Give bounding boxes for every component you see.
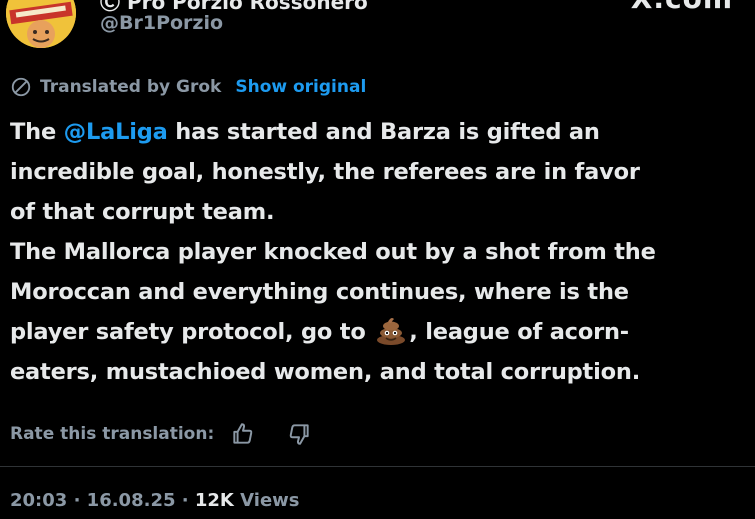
rate-translation-label: Rate this translation:	[10, 424, 215, 444]
views-count: 12K	[194, 490, 234, 511]
translated-by-label: Translated by Grok	[40, 77, 222, 97]
text-segment: player safety protocol, go to	[10, 319, 374, 345]
translate-icon	[11, 77, 31, 97]
thumbs-down-icon[interactable]	[286, 421, 312, 447]
avatar[interactable]	[6, 0, 76, 48]
meta-separator: ·	[175, 490, 195, 511]
views-label: Views	[240, 490, 300, 511]
divider	[0, 466, 755, 467]
text-segment: has started and Barza is gifted an	[167, 119, 600, 145]
tweet-line: incredible goal, honestly, the referees …	[10, 159, 640, 185]
meta-separator: ·	[67, 490, 87, 511]
tweet-line: of that corrupt team.	[10, 199, 275, 225]
tweet-text: The @LaLiga has started and Barza is gif…	[10, 112, 750, 392]
watermark: X.com	[631, 0, 733, 15]
show-original-link[interactable]: Show original	[235, 77, 366, 97]
mention-link[interactable]: @LaLiga	[64, 119, 168, 145]
tweet-time[interactable]: 20:03	[10, 490, 67, 511]
tweet-meta: 20:03 · 16.08.25 · 12K Views	[10, 490, 300, 511]
tweet-date[interactable]: 16.08.25	[87, 490, 176, 511]
poop-emoji-icon	[377, 318, 406, 345]
text-segment: , league of acorn-	[409, 319, 629, 345]
translation-bar: Translated by Grok Show original	[10, 74, 366, 100]
text-segment: The	[10, 119, 64, 145]
tweet-line: Moroccan and everything continues, where…	[10, 279, 629, 305]
tweet-line: eaters, mustachioed women, and total cor…	[10, 359, 641, 385]
user-handle[interactable]: @Br1Porzio	[100, 12, 223, 34]
avatar-image	[6, 0, 76, 48]
tweet-line: The @LaLiga has started and Barza is gif…	[10, 112, 750, 152]
tweet-line: player safety protocol, go to , league o…	[10, 312, 750, 352]
tweet-line: The Mallorca player knocked out by a sho…	[10, 239, 656, 265]
tweet-header: Ⓒ Pro Porzio Rossonero @Br1Porzio X.com	[0, 0, 755, 60]
rate-translation-bar: Rate this translation:	[10, 420, 312, 448]
thumbs-up-icon[interactable]	[230, 421, 256, 447]
